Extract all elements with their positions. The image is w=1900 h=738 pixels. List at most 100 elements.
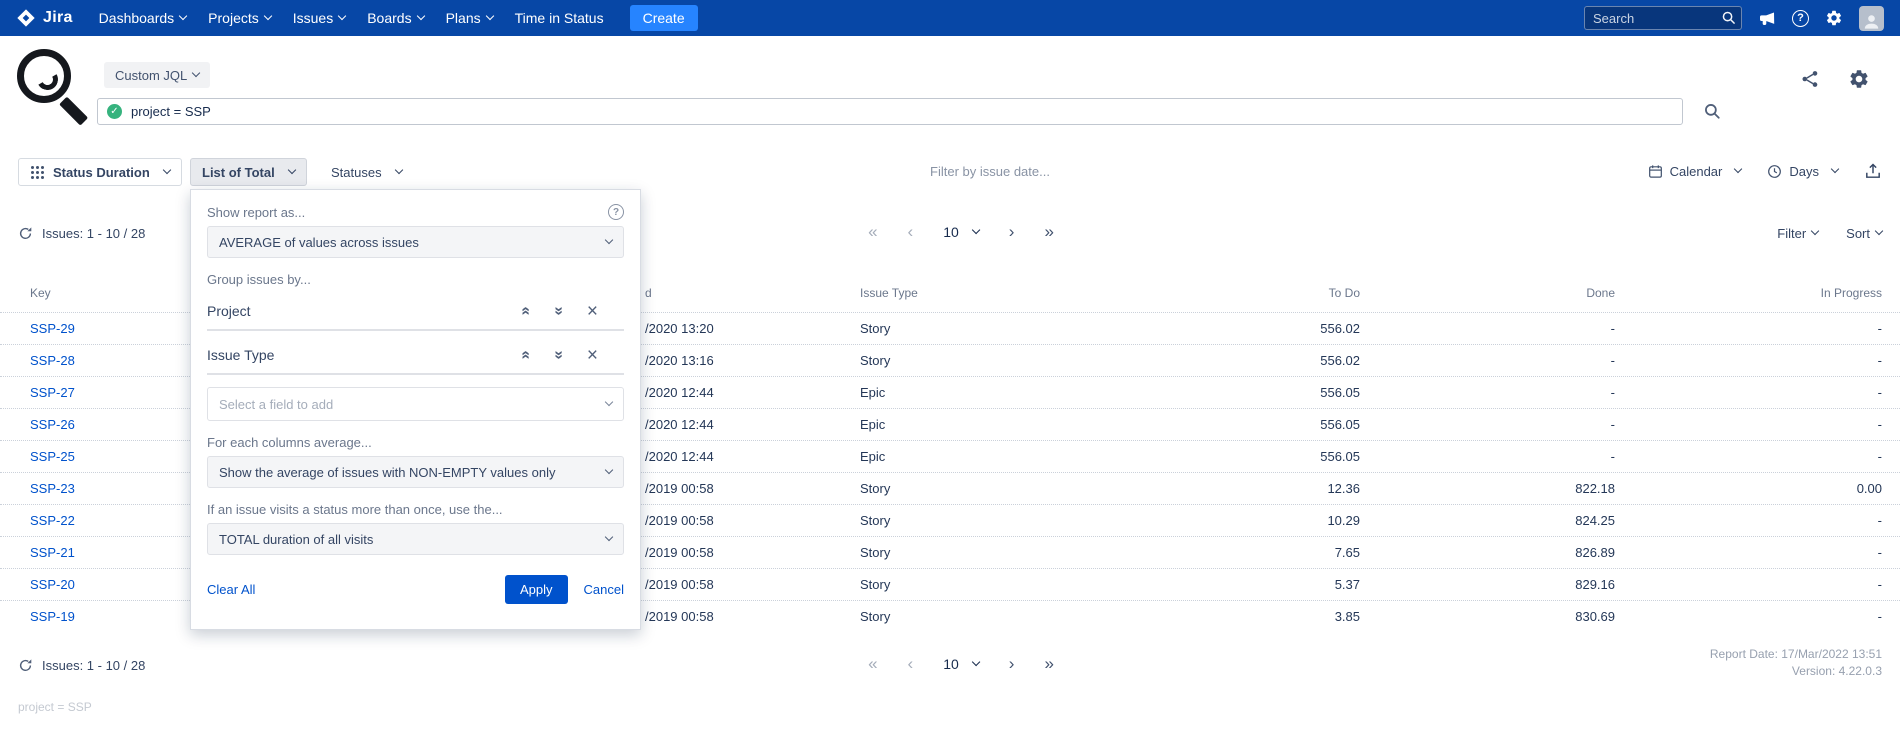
- magnifier-lens-detail: [35, 67, 61, 93]
- next-page-button[interactable]: ›: [1009, 655, 1015, 672]
- next-page-button[interactable]: ›: [1009, 223, 1015, 240]
- prev-page-button[interactable]: ‹: [908, 223, 914, 240]
- nav-item-issues[interactable]: Issues: [293, 10, 345, 26]
- chevron-down-icon: [416, 12, 424, 20]
- avatar[interactable]: [1859, 6, 1884, 31]
- issue-key-link[interactable]: SSP-27: [30, 385, 75, 400]
- group-field-controls: [521, 346, 624, 365]
- issue-key-link[interactable]: SSP-20: [30, 577, 75, 592]
- list-controls: Filter Sort: [1777, 226, 1882, 241]
- add-field-input-wrap: [207, 387, 624, 421]
- first-page-button[interactable]: «: [868, 223, 877, 240]
- page-size-select[interactable]: 10: [943, 224, 979, 240]
- search-input[interactable]: [1584, 6, 1742, 30]
- first-page-button[interactable]: «: [868, 655, 877, 672]
- megaphone-icon[interactable]: [1758, 9, 1776, 27]
- issue-key-link[interactable]: SSP-23: [30, 481, 75, 496]
- report-type-button[interactable]: List of Total: [190, 158, 307, 186]
- to-do-value: 12.36: [1100, 481, 1360, 496]
- issue-key-link[interactable]: SSP-19: [30, 609, 75, 624]
- nav-item-plans[interactable]: Plans: [446, 10, 493, 26]
- revisit-select[interactable]: TOTAL duration of all visits: [207, 523, 624, 555]
- create-button[interactable]: Create: [630, 5, 698, 31]
- time-unit-button[interactable]: Days: [1767, 164, 1838, 179]
- issue-key-link[interactable]: SSP-22: [30, 513, 75, 528]
- nav-item-time-in-status[interactable]: Time in Status: [515, 10, 604, 26]
- cancel-link[interactable]: Cancel: [584, 582, 624, 597]
- column-done: Done: [1360, 286, 1615, 300]
- done-value: -: [1360, 385, 1615, 400]
- add-field-input[interactable]: [219, 397, 600, 412]
- issue-created-cell: /2019 00:58: [645, 577, 860, 592]
- issue-created-cell: /2019 00:58: [645, 545, 860, 560]
- issue-key-link[interactable]: SSP-21: [30, 545, 75, 560]
- sort-button[interactable]: Sort: [1846, 226, 1882, 241]
- to-do-value: 556.02: [1100, 353, 1360, 368]
- issue-key-link[interactable]: SSP-25: [30, 449, 75, 464]
- share-icon[interactable]: [1800, 69, 1820, 89]
- jql-echo: project = SSP: [18, 700, 92, 714]
- app-root: Jira Dashboards Projects Issues Boards P…: [0, 0, 1900, 738]
- last-page-button[interactable]: »: [1044, 655, 1053, 672]
- remove-field-icon[interactable]: [587, 346, 598, 365]
- nav-item-boards[interactable]: Boards: [367, 10, 423, 26]
- refresh-icon[interactable]: [18, 226, 33, 241]
- last-page-button[interactable]: »: [1044, 223, 1053, 240]
- issue-date-filter[interactable]: Filter by issue date...: [930, 164, 1050, 179]
- column-issue-type: Issue Type: [860, 286, 1100, 300]
- view-type-button[interactable]: Status Duration: [18, 158, 182, 186]
- report-version: Version: 4.22.0.3: [1710, 663, 1882, 680]
- done-value: -: [1360, 353, 1615, 368]
- report-as-select[interactable]: AVERAGE of values across issues: [207, 226, 624, 258]
- in-progress-value: -: [1615, 449, 1900, 464]
- export-icon[interactable]: [1864, 162, 1882, 180]
- gear-icon[interactable]: [1825, 9, 1843, 27]
- issue-key-link[interactable]: SSP-29: [30, 321, 75, 336]
- move-bottom-icon[interactable]: [550, 351, 566, 360]
- jira-logo[interactable]: Jira: [16, 8, 73, 28]
- in-progress-value: 0.00: [1615, 481, 1900, 496]
- calendar-button[interactable]: Calendar: [1648, 164, 1742, 179]
- to-do-value: 7.65: [1100, 545, 1360, 560]
- nav-item-projects[interactable]: Projects: [208, 10, 271, 26]
- clear-all-link[interactable]: Clear All: [207, 582, 255, 597]
- move-top-icon[interactable]: [518, 307, 534, 316]
- search-icon[interactable]: [1721, 10, 1736, 25]
- move-top-icon[interactable]: [518, 351, 534, 360]
- filter-button[interactable]: Filter: [1777, 226, 1818, 241]
- help-icon[interactable]: [608, 204, 624, 220]
- chevron-down-icon: [972, 225, 980, 233]
- report-toolbar: Status Duration List of Total Statuses F…: [0, 157, 1900, 188]
- report-type-label: List of Total: [202, 165, 275, 180]
- apply-button[interactable]: Apply: [505, 575, 568, 604]
- issue-type-cell: Story: [860, 609, 1100, 624]
- jql-search-icon[interactable]: [1703, 102, 1721, 120]
- average-select[interactable]: Show the average of issues with NON-EMPT…: [207, 456, 624, 488]
- group-field-row: Issue Type: [207, 337, 624, 375]
- issue-type-cell: Story: [860, 513, 1100, 528]
- done-value: -: [1360, 449, 1615, 464]
- calendar-label: Calendar: [1670, 164, 1723, 179]
- issue-key-link[interactable]: SSP-28: [30, 353, 75, 368]
- help-icon[interactable]: [1792, 10, 1809, 27]
- chevron-down-icon: [1875, 227, 1883, 235]
- move-bottom-icon[interactable]: [550, 307, 566, 316]
- report-info: Report Date: 17/Mar/2022 13:51 Version: …: [1710, 646, 1882, 680]
- chevron-down-icon: [485, 12, 493, 20]
- statuses-button[interactable]: Statuses: [325, 158, 408, 186]
- jql-mode-button[interactable]: Custom JQL: [104, 62, 210, 88]
- refresh-icon[interactable]: [18, 658, 33, 673]
- issue-key-link[interactable]: SSP-26: [30, 417, 75, 432]
- issues-summary: Issues: 1 - 10 / 28: [42, 226, 145, 241]
- chevron-down-icon: [1811, 227, 1819, 235]
- remove-field-icon[interactable]: [587, 302, 598, 321]
- issue-type-cell: Story: [860, 545, 1100, 560]
- nav-item-dashboards[interactable]: Dashboards: [99, 10, 187, 26]
- prev-page-button[interactable]: ‹: [908, 655, 914, 672]
- column-in-progress: In Progress: [1615, 286, 1900, 300]
- jql-input[interactable]: project = SSP: [97, 98, 1683, 125]
- chevron-down-icon: [605, 533, 613, 541]
- nav-item-label: Plans: [446, 10, 481, 26]
- gear-icon[interactable]: [1848, 68, 1870, 90]
- page-size-select[interactable]: 10: [943, 656, 979, 672]
